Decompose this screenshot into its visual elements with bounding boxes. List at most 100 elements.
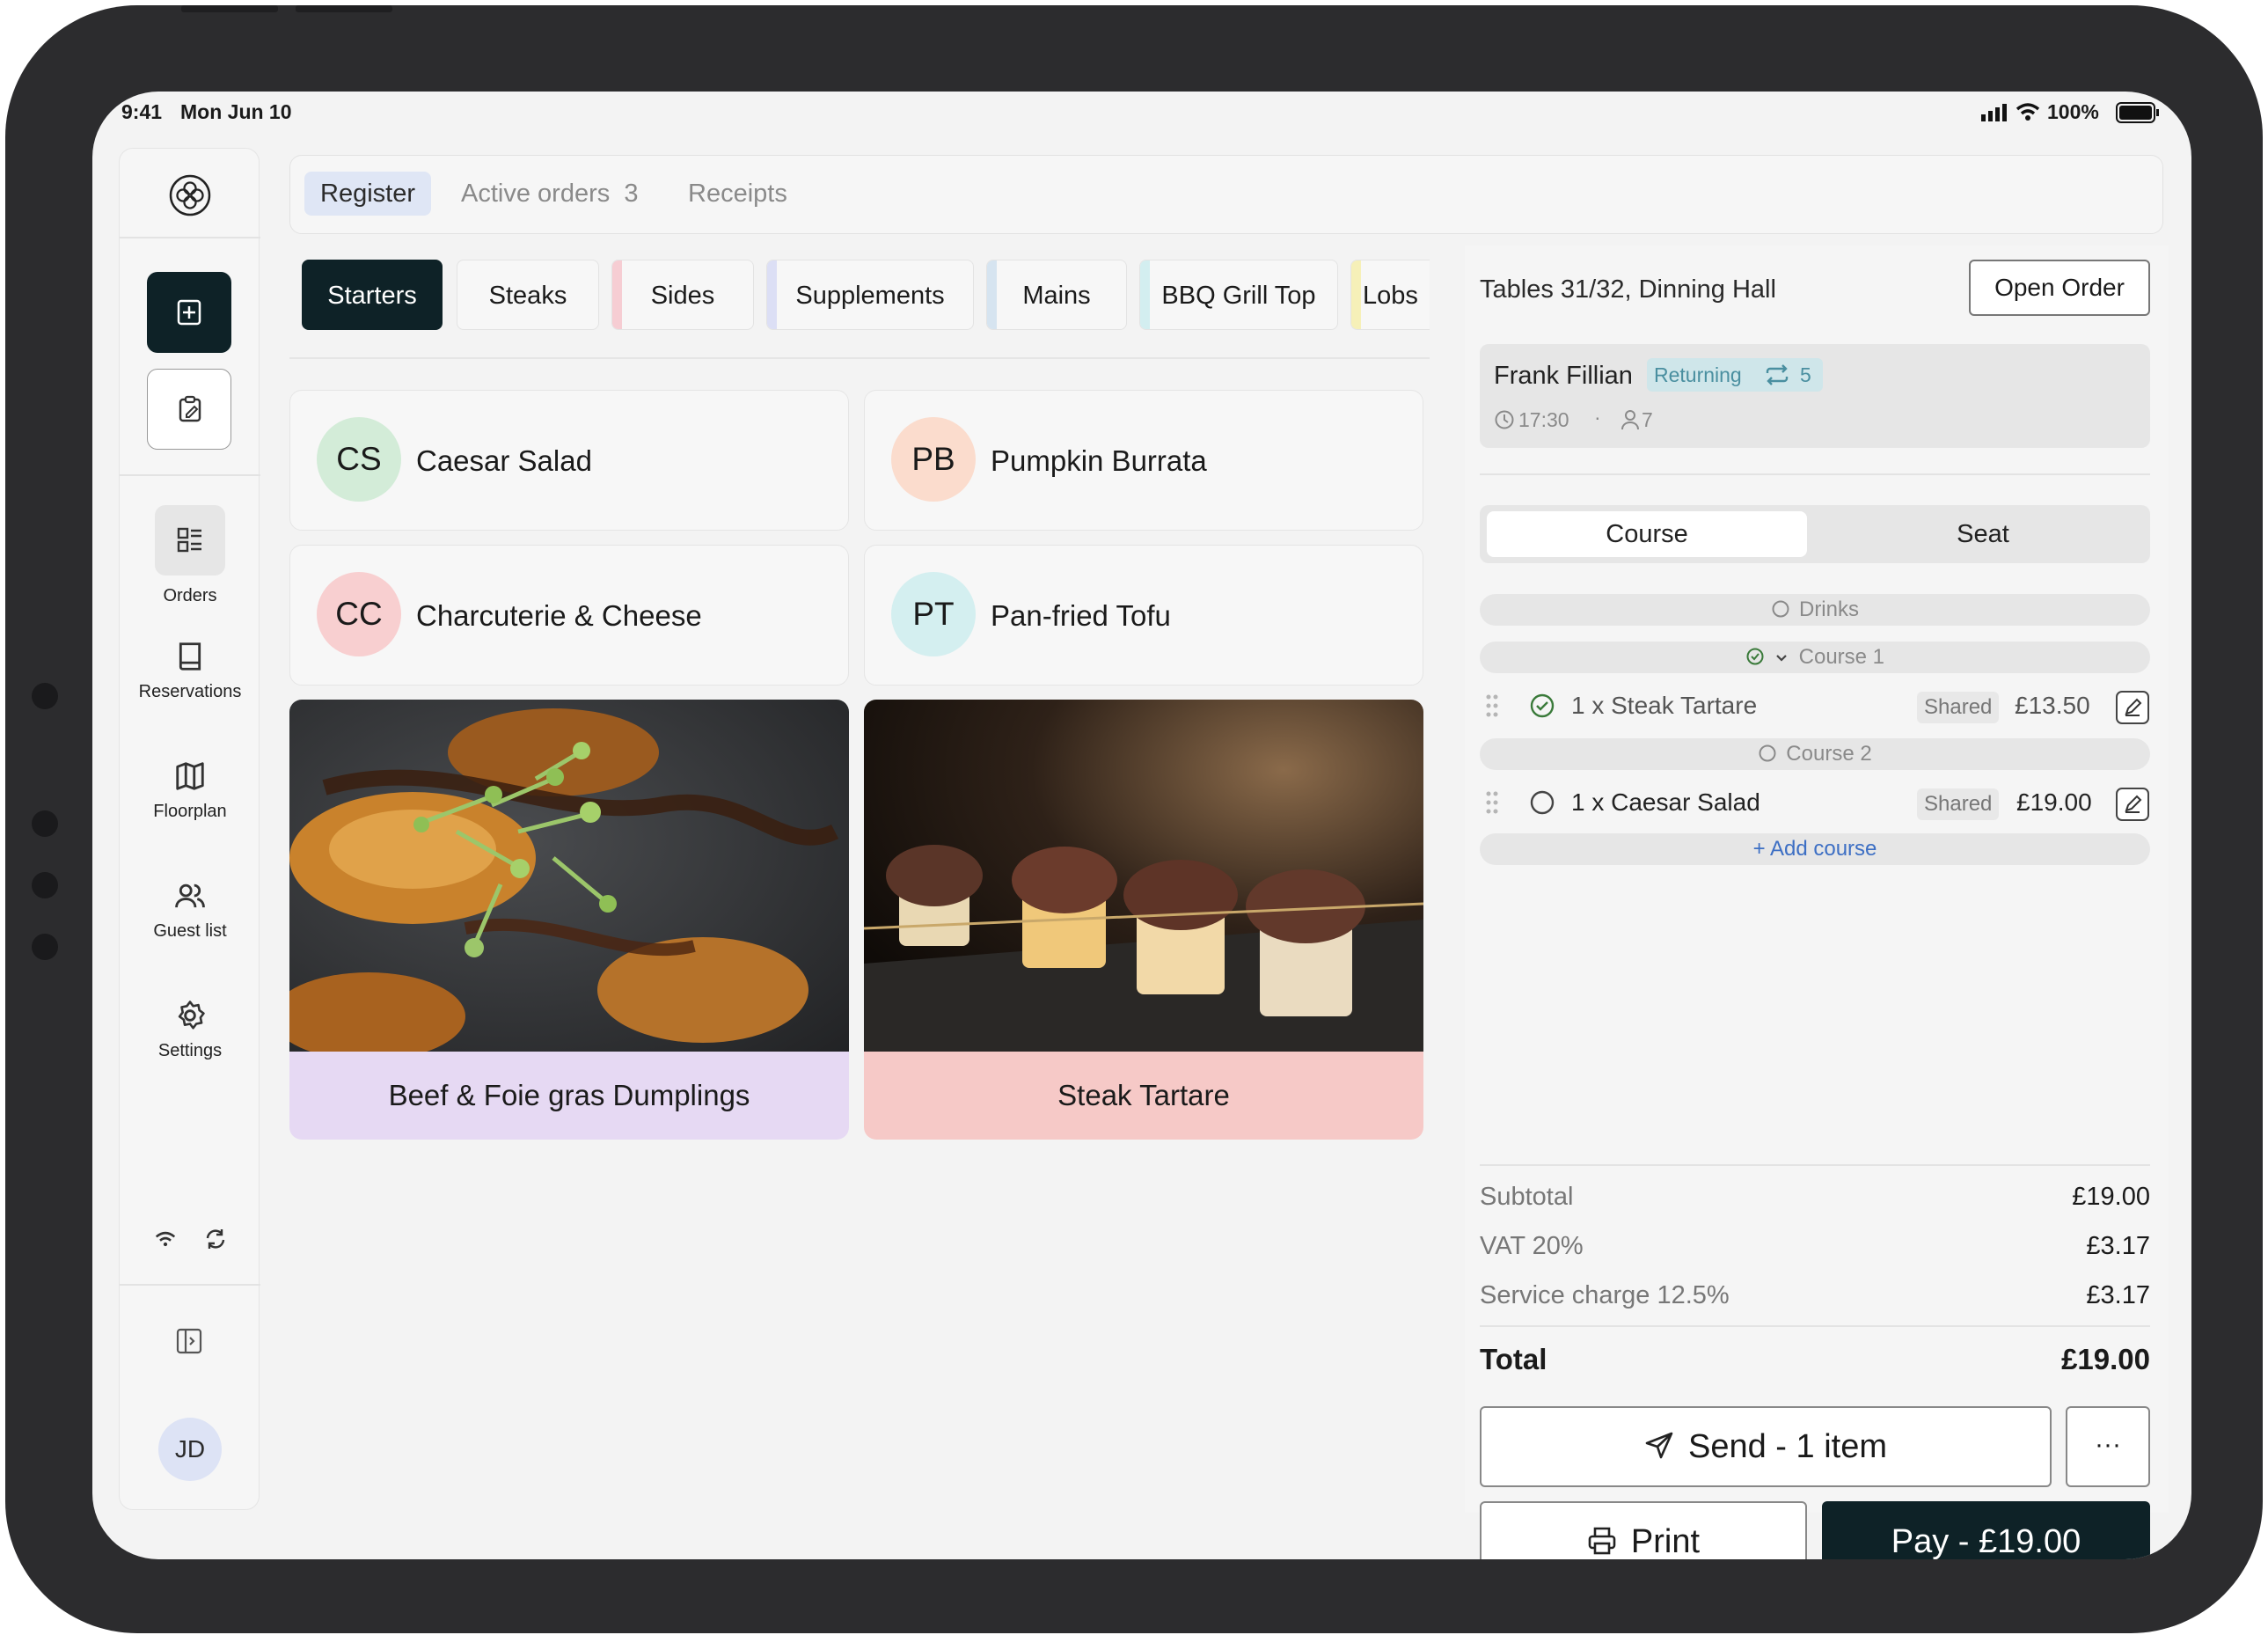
vat-label: VAT 20% bbox=[1480, 1232, 1584, 1260]
add-course-button[interactable]: + Add course bbox=[1480, 833, 2150, 865]
drinks-course-pill[interactable]: Drinks bbox=[1480, 594, 2150, 626]
map-icon bbox=[176, 762, 204, 790]
line-label: 1 x Caesar Salad bbox=[1571, 788, 1760, 816]
expand-sidebar-icon[interactable] bbox=[175, 1327, 203, 1355]
person-icon bbox=[1621, 410, 1639, 430]
divider bbox=[1480, 1325, 2150, 1327]
wifi-icon bbox=[2016, 103, 2040, 121]
send-button[interactable]: Send - 1 item bbox=[1480, 1406, 2052, 1487]
course-seat-toggle: Course Seat bbox=[1480, 505, 2150, 563]
line-label: 1 x Steak Tartare bbox=[1571, 692, 1758, 719]
toggle-course[interactable]: Course bbox=[1487, 511, 1807, 557]
total-value: £19.00 bbox=[2061, 1343, 2150, 1375]
item-initials: CS bbox=[317, 417, 401, 502]
category-supplements[interactable]: Supplements bbox=[766, 260, 974, 330]
sidebar: Orders Reservations Floorplan Guest list… bbox=[119, 148, 260, 1510]
edit-icon[interactable] bbox=[2115, 690, 2150, 725]
sidebar-item-floorplan[interactable]: Floorplan bbox=[120, 759, 260, 822]
sidebar-item-guest-list[interactable]: Guest list bbox=[120, 879, 260, 942]
clipboard-button[interactable] bbox=[147, 369, 231, 450]
menu-item-charcuterie-cheese[interactable]: CC Charcuterie & Cheese bbox=[289, 545, 849, 686]
orders-icon bbox=[177, 527, 201, 553]
screen: 9:41 Mon Jun 10 100% Orders Reservations… bbox=[92, 92, 2191, 1559]
sidebar-item-orders[interactable]: Orders bbox=[120, 505, 260, 606]
separator-dot: · bbox=[1594, 406, 1601, 429]
chevron-down-icon bbox=[1775, 655, 1787, 662]
category-mains[interactable]: Mains bbox=[986, 260, 1127, 330]
menu-item-steak-tartare[interactable]: Steak Tartare bbox=[864, 700, 1423, 1140]
pay-button[interactable]: Pay - £19.00 bbox=[1822, 1501, 2150, 1559]
orders-icon-bg bbox=[155, 505, 225, 576]
category-label: Lobs bbox=[1363, 282, 1418, 310]
menu-item-pumpkin-burrata[interactable]: PB Pumpkin Burrata bbox=[864, 390, 1423, 531]
wifi-icon bbox=[155, 1231, 176, 1247]
category-sides[interactable]: Sides bbox=[611, 260, 754, 330]
item-initials: PB bbox=[891, 417, 976, 502]
new-order-icon bbox=[177, 299, 201, 326]
vat-row: VAT 20% £3.17 bbox=[1480, 1232, 2150, 1261]
new-order-button[interactable] bbox=[147, 272, 231, 353]
edit-icon[interactable] bbox=[2115, 787, 2150, 822]
logo-icon bbox=[169, 174, 211, 216]
drag-handle-icon[interactable] bbox=[1485, 790, 1499, 815]
circle-icon bbox=[1772, 600, 1789, 618]
sync-icon[interactable] bbox=[204, 1228, 227, 1250]
service-value: £3.17 bbox=[2086, 1281, 2150, 1309]
hardware-button bbox=[296, 5, 392, 12]
course-2-pill[interactable]: Course 2 bbox=[1480, 738, 2150, 770]
category-lobster[interactable]: Lobs bbox=[1350, 260, 1430, 330]
pill-label: Drinks bbox=[1798, 598, 1859, 621]
menu-item-pan-fried-tofu[interactable]: PT Pan-fried Tofu bbox=[864, 545, 1423, 686]
battery-icon bbox=[2116, 102, 2159, 123]
category-stripe bbox=[612, 260, 622, 329]
more-options-button[interactable]: ··· bbox=[2066, 1406, 2150, 1487]
drag-handle-icon[interactable] bbox=[1485, 693, 1499, 718]
visit-count: 5 bbox=[1800, 363, 1811, 386]
divider bbox=[120, 474, 260, 476]
guest-card[interactable]: Frank Fillian Returning 5 17:30 · 7 bbox=[1480, 344, 2150, 448]
item-initials: PT bbox=[891, 572, 976, 656]
sidebar-item-label: Reservations bbox=[138, 682, 242, 701]
gear-icon bbox=[178, 1001, 205, 1030]
service-label: Service charge 12.5% bbox=[1480, 1281, 1730, 1309]
item-name: Pan-fried Tofu bbox=[991, 599, 1171, 632]
divider bbox=[120, 1284, 260, 1286]
category-stripe bbox=[767, 260, 777, 329]
returning-badge: Returning 5 bbox=[1647, 358, 1823, 392]
course-1-pill[interactable]: Course 1 bbox=[1480, 642, 2150, 673]
tab-register[interactable]: Register bbox=[304, 172, 431, 216]
sidebar-item-reservations[interactable]: Reservations bbox=[120, 640, 260, 702]
item-name: Steak Tartare bbox=[864, 1052, 1423, 1140]
circle-icon[interactable] bbox=[1529, 789, 1555, 816]
clock-icon bbox=[1495, 410, 1514, 429]
status-time: 9:41 bbox=[121, 100, 163, 123]
print-button[interactable]: Print bbox=[1480, 1501, 1807, 1559]
check-circle-icon[interactable] bbox=[1529, 693, 1555, 719]
total-row: Total £19.00 bbox=[1480, 1343, 2150, 1376]
category-bbq-grill-top[interactable]: BBQ Grill Top bbox=[1139, 260, 1338, 330]
category-label: Steaks bbox=[488, 282, 567, 310]
tab-active-orders[interactable]: Active orders 3 bbox=[445, 172, 655, 216]
sidebar-item-settings[interactable]: Settings bbox=[120, 999, 260, 1061]
order-line-caesar-salad[interactable]: 1 x Caesar Salad Shared £19.00 bbox=[1480, 780, 2150, 824]
menu-item-caesar-salad[interactable]: CS Caesar Salad bbox=[289, 390, 849, 531]
toggle-seat[interactable]: Seat bbox=[1823, 511, 2143, 557]
reservation-time: 17:30 bbox=[1518, 408, 1569, 431]
avatar[interactable]: JD bbox=[158, 1418, 222, 1481]
sidebar-item-label: Guest list bbox=[153, 921, 227, 941]
item-name: Caesar Salad bbox=[416, 444, 592, 477]
sensor-dot bbox=[32, 683, 58, 709]
category-steaks[interactable]: Steaks bbox=[457, 260, 599, 330]
guest-tag: Returning bbox=[1654, 363, 1742, 386]
menu-item-dumplings[interactable]: Beef & Foie gras Dumplings bbox=[289, 700, 849, 1140]
divider bbox=[120, 237, 260, 238]
tab-receipts[interactable]: Receipts bbox=[672, 172, 803, 216]
covers-count: 7 bbox=[1642, 408, 1653, 431]
category-starters[interactable]: Starters bbox=[302, 260, 443, 330]
item-name: Charcuterie & Cheese bbox=[416, 599, 702, 632]
camera-dot bbox=[32, 810, 58, 837]
sidebar-item-label: Orders bbox=[163, 586, 217, 605]
open-order-button[interactable]: Open Order bbox=[1969, 260, 2150, 316]
line-price: £13.50 bbox=[2015, 692, 2090, 719]
order-line-steak-tartare[interactable]: 1 x Steak Tartare Shared £13.50 bbox=[1480, 683, 2150, 727]
